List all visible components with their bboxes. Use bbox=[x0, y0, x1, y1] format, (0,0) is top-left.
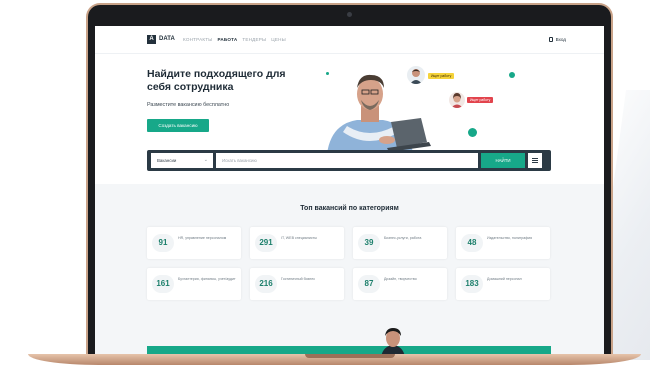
candidate-avatar-woman bbox=[449, 92, 465, 108]
laptop-screen: A DATA КОНТРАКТЫ РАБОТА ТЕНДЕРЫ ЦЕНЫ Вхо… bbox=[95, 26, 604, 357]
search-category-select[interactable]: Вакансии ⌄ bbox=[151, 153, 213, 168]
category-count: 183 bbox=[461, 275, 483, 293]
category-label: Домашний персонал bbox=[487, 277, 522, 281]
category-card[interactable]: 183 Домашний персонал bbox=[456, 268, 550, 300]
category-label: Бухгалтерия, финансы, учет/аудит bbox=[178, 277, 236, 281]
decor-dot bbox=[468, 128, 477, 137]
category-card[interactable]: 291 IT, WEB специалисты bbox=[250, 227, 344, 259]
category-count: 39 bbox=[358, 234, 380, 252]
categories-title: Топ вакансий по категориям bbox=[300, 205, 399, 212]
lock-icon bbox=[548, 37, 553, 42]
category-label: IT, WEB специалисты bbox=[281, 236, 317, 240]
camera-icon bbox=[347, 12, 352, 17]
candidate-avatar bbox=[407, 66, 425, 84]
category-label: Дизайн, творчество bbox=[384, 277, 417, 281]
nav-link-tenders[interactable]: ТЕНДЕРЫ bbox=[242, 35, 266, 44]
create-vacancy-button[interactable]: Создать вакансию bbox=[147, 119, 209, 132]
chevron-down-icon: ⌄ bbox=[203, 157, 208, 163]
filter-icon[interactable] bbox=[528, 153, 542, 168]
category-count: 161 bbox=[152, 275, 174, 293]
category-count: 216 bbox=[255, 275, 277, 293]
search-input[interactable]: Искать вакансию bbox=[216, 153, 478, 168]
search-button[interactable]: НАЙТИ bbox=[481, 153, 525, 168]
laptop-notch bbox=[305, 354, 395, 358]
category-count: 291 bbox=[255, 234, 277, 252]
category-card[interactable]: 87 Дизайн, творчество bbox=[353, 268, 447, 300]
category-label: HR, управление персоналом bbox=[178, 236, 227, 240]
category-card[interactable]: 91 HR, управление персоналом bbox=[147, 227, 241, 259]
category-label: Бизнес-услуги, работа bbox=[384, 236, 422, 240]
category-count: 91 bbox=[152, 234, 174, 252]
select-value: Вакансии bbox=[157, 158, 177, 163]
nav-link-work[interactable]: РАБОТА bbox=[218, 35, 238, 44]
category-label: Гостиничный бизнес bbox=[281, 277, 316, 281]
bottom-person-illustration bbox=[381, 328, 405, 357]
login-label: Вход bbox=[555, 37, 566, 42]
nav-link-contracts[interactable]: КОНТРАКТЫ bbox=[183, 35, 213, 44]
category-count: 87 bbox=[358, 275, 380, 293]
status-chip-red: Ищет работу bbox=[467, 97, 494, 103]
nav-links: КОНТРАКТЫ РАБОТА ТЕНДЕРЫ ЦЕНЫ bbox=[183, 35, 286, 44]
category-card[interactable]: 48 Издательство, полиграфия bbox=[456, 227, 550, 259]
hero-title: Найдите подходящего для себя сотрудника bbox=[147, 68, 286, 93]
hero-subtitle: Разместите вакансию бесплатно bbox=[147, 102, 230, 108]
login-button[interactable]: Вход bbox=[548, 35, 566, 44]
brand-name[interactable]: DATA bbox=[159, 35, 175, 44]
nav-link-prices[interactable]: ЦЕНЫ bbox=[271, 35, 286, 44]
decor-dot bbox=[509, 72, 515, 78]
top-navigation: A DATA КОНТРАКТЫ РАБОТА ТЕНДЕРЫ ЦЕНЫ Вхо… bbox=[95, 26, 604, 54]
category-count: 48 bbox=[461, 234, 483, 252]
logo-icon[interactable]: A bbox=[147, 35, 156, 44]
decor-dot bbox=[326, 72, 329, 75]
category-card[interactable]: 216 Гостиничный бизнес bbox=[250, 268, 344, 300]
category-label: Издательство, полиграфия bbox=[487, 236, 533, 240]
category-card[interactable]: 39 Бизнес-услуги, работа bbox=[353, 227, 447, 259]
category-card[interactable]: 161 Бухгалтерия, финансы, учет/аудит bbox=[147, 268, 241, 300]
status-chip-yellow: Ищет работу bbox=[428, 73, 455, 79]
